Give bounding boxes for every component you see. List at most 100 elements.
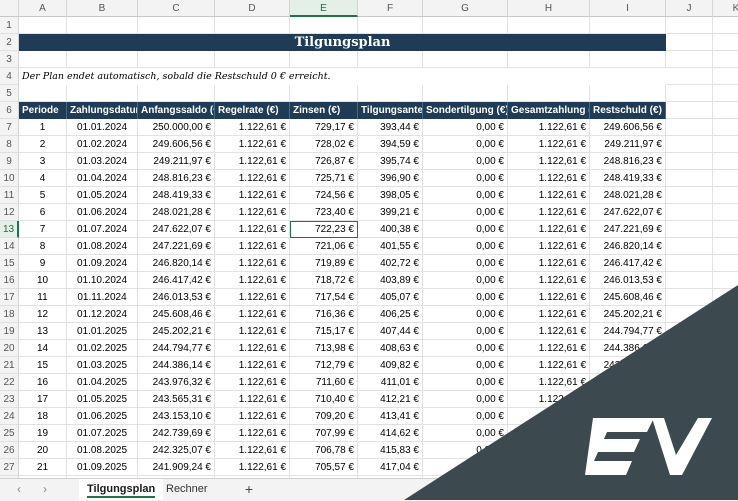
table-cell[interactable]: 243.565,31 € — [590, 374, 666, 391]
column-header-f[interactable]: F — [358, 0, 423, 17]
cell[interactable] — [215, 51, 290, 68]
table-cell[interactable]: 1.122,61 € — [215, 153, 290, 170]
cell[interactable] — [713, 85, 738, 102]
cell[interactable] — [290, 85, 358, 102]
table-cell[interactable]: 405,07 € — [358, 289, 423, 306]
table-cell[interactable]: 1.122,61 € — [215, 272, 290, 289]
table-cell[interactable]: 415,83 € — [358, 442, 423, 459]
table-cell[interactable]: 711,60 € — [290, 374, 358, 391]
table-cell[interactable]: 706,78 € — [290, 442, 358, 459]
cell[interactable] — [713, 153, 738, 170]
column-header-a[interactable]: A — [19, 0, 67, 17]
table-cell[interactable]: 0,00 € — [423, 306, 508, 323]
table-cell[interactable]: 248.021,28 € — [590, 187, 666, 204]
table-cell[interactable]: 409,82 € — [358, 357, 423, 374]
cell[interactable] — [666, 408, 713, 425]
cell[interactable] — [423, 51, 508, 68]
table-cell[interactable]: 250.000,00 € — [138, 119, 215, 136]
table-cell[interactable]: 1.122,61 € — [215, 459, 290, 476]
table-cell[interactable]: 1.122,61 € — [508, 187, 590, 204]
table-cell[interactable]: 0,00 € — [423, 459, 508, 476]
table-cell[interactable]: 1.122,61 € — [215, 323, 290, 340]
table-cell[interactable]: 01.10.2024 — [67, 272, 138, 289]
column-header-c[interactable]: C — [138, 0, 215, 17]
table-cell[interactable]: 1.122,61 € — [215, 238, 290, 255]
cell[interactable] — [666, 17, 713, 34]
row-header[interactable]: 25 — [0, 425, 19, 442]
table-cell[interactable]: 716,36 € — [290, 306, 358, 323]
table-cell[interactable]: 9 — [19, 255, 67, 272]
table-cell[interactable]: 19 — [19, 425, 67, 442]
table-cell[interactable]: 13 — [19, 323, 67, 340]
column-header-e[interactable]: E — [290, 0, 358, 17]
table-cell[interactable]: 245.608,46 € — [590, 289, 666, 306]
table-cell[interactable]: 394,59 € — [358, 136, 423, 153]
table-cell[interactable]: 1.122,61 € — [508, 442, 590, 459]
row-header[interactable]: 23 — [0, 391, 19, 408]
cell[interactable] — [666, 238, 713, 255]
table-cell[interactable]: 01.07.2025 — [67, 425, 138, 442]
table-cell[interactable]: 7 — [19, 221, 67, 238]
table-cell[interactable]: 15 — [19, 357, 67, 374]
table-cell[interactable]: 0,00 € — [423, 391, 508, 408]
table-cell[interactable]: 0,00 € — [423, 289, 508, 306]
table-cell[interactable]: 244.386,14 € — [138, 357, 215, 374]
table-cell[interactable]: 1.122,61 € — [215, 255, 290, 272]
cell[interactable] — [713, 374, 738, 391]
cell[interactable] — [713, 34, 738, 51]
table-cell[interactable]: 413,41 € — [358, 408, 423, 425]
table-cell[interactable]: 402,72 € — [358, 255, 423, 272]
column-header-h[interactable]: H — [508, 0, 590, 17]
table-cell[interactable]: 0,00 € — [423, 408, 508, 425]
row-header[interactable]: 11 — [0, 187, 19, 204]
table-cell[interactable]: 21 — [19, 459, 67, 476]
cell[interactable] — [666, 357, 713, 374]
table-cell[interactable]: 1.122,61 € — [508, 459, 590, 476]
table-cell[interactable]: 0,00 € — [423, 221, 508, 238]
table-cell[interactable]: 718,72 € — [290, 272, 358, 289]
table-cell[interactable]: 417,04 € — [358, 459, 423, 476]
table-cell[interactable]: 1.122,61 € — [508, 357, 590, 374]
table-cell[interactable]: 705,57 € — [290, 459, 358, 476]
row-header[interactable]: 21 — [0, 357, 19, 374]
cell[interactable] — [508, 51, 590, 68]
cell[interactable] — [590, 85, 666, 102]
table-cell[interactable]: 249.211,97 € — [590, 136, 666, 153]
cell[interactable] — [713, 459, 738, 476]
cell[interactable] — [19, 51, 67, 68]
table-cell[interactable]: 707,99 € — [290, 425, 358, 442]
table-header-cell[interactable]: Zinsen (€) — [290, 102, 358, 119]
cell[interactable] — [358, 85, 423, 102]
add-sheet-button[interactable]: + — [242, 479, 256, 499]
table-cell[interactable]: 0,00 € — [423, 323, 508, 340]
table-cell[interactable]: 244.794,77 € — [138, 340, 215, 357]
table-cell[interactable]: 0,00 € — [423, 153, 508, 170]
table-cell[interactable]: 728,02 € — [290, 136, 358, 153]
table-cell[interactable]: 0,00 € — [423, 187, 508, 204]
cell[interactable] — [138, 85, 215, 102]
table-cell[interactable]: 0,00 € — [423, 170, 508, 187]
cell[interactable] — [713, 170, 738, 187]
table-cell[interactable]: 1.122,61 € — [508, 153, 590, 170]
cell[interactable] — [590, 17, 666, 34]
cell[interactable] — [666, 102, 713, 119]
cell[interactable] — [666, 391, 713, 408]
cell[interactable] — [713, 408, 738, 425]
table-cell[interactable]: 1.122,61 € — [215, 357, 290, 374]
cell[interactable] — [666, 340, 713, 357]
table-cell[interactable]: 725,71 € — [290, 170, 358, 187]
table-cell[interactable]: 1.122,61 € — [508, 340, 590, 357]
column-header-i[interactable]: I — [590, 0, 666, 17]
table-cell[interactable]: 2 — [19, 136, 67, 153]
cell[interactable] — [423, 17, 508, 34]
table-cell[interactable]: 1.122,61 € — [215, 136, 290, 153]
cell[interactable] — [666, 459, 713, 476]
table-cell[interactable]: 246.417,42 € — [590, 255, 666, 272]
cell[interactable] — [138, 51, 215, 68]
table-cell[interactable]: 1.122,61 € — [215, 442, 290, 459]
table-cell[interactable]: 18 — [19, 408, 67, 425]
row-header[interactable]: 16 — [0, 272, 19, 289]
row-header[interactable]: 9 — [0, 153, 19, 170]
row-header[interactable]: 7 — [0, 119, 19, 136]
table-header-cell[interactable]: Anfangssaldo (€) — [138, 102, 215, 119]
